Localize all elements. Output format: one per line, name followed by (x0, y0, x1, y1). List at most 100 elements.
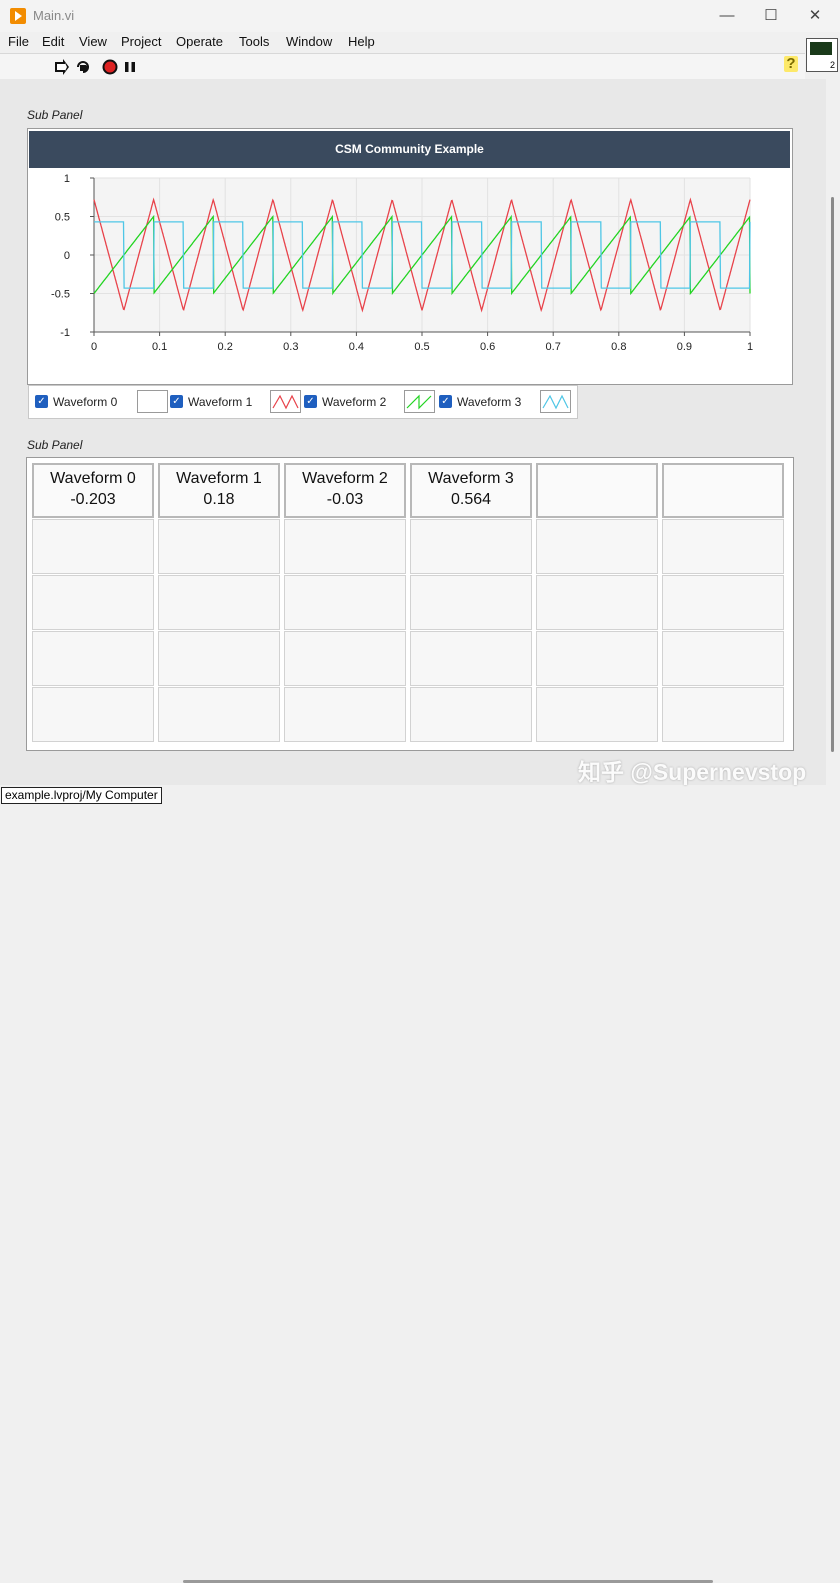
table-cell[interactable] (158, 575, 280, 630)
table-cell[interactable] (32, 575, 154, 630)
menu-tools[interactable]: Tools (239, 34, 269, 49)
x-tick-label: 1 (747, 341, 753, 353)
project-path[interactable]: example.lvproj/My Computer (1, 787, 162, 804)
legend-label: Waveform 1 (188, 395, 253, 409)
x-tick-label: 0.9 (677, 341, 692, 353)
x-tick-label: 0.2 (218, 341, 233, 353)
chart-plot[interactable]: 1 0.5 0 -0.5 -1 0 0.1 0.2 0.3 0.4 0.5 0.6 0.7 0.8 0.9… (28, 169, 788, 381)
vertical-scroll-thumb[interactable] (831, 197, 834, 752)
waveform-chart[interactable]: CSM Community Example 1 0.5 0 -0.5 -1 0 0.1 0.… (27, 128, 793, 385)
x-tick-label: 0.6 (480, 341, 495, 353)
column-title: Waveform 1 (176, 470, 262, 487)
menu-view[interactable]: View (79, 34, 107, 49)
table-cell[interactable] (536, 519, 658, 574)
menu-edit[interactable]: Edit (42, 34, 64, 49)
table-cell[interactable] (662, 519, 784, 574)
plot-legend: ✓ Waveform 0 ✓ Waveform 1 ✓ Waveform 2 ✓… (28, 385, 578, 419)
x-tick-label: 0.4 (349, 341, 364, 353)
toolbar (0, 53, 805, 80)
y-tick-label: 0 (64, 250, 70, 262)
column-title: Waveform 2 (302, 470, 388, 487)
vi-icon-screen (810, 42, 832, 55)
table-cell[interactable] (158, 631, 280, 686)
column-title: Waveform 3 (428, 470, 514, 487)
menu-help[interactable]: Help (348, 34, 375, 49)
y-tick-label: -0.5 (51, 289, 70, 301)
watermark: 知乎 @Supernevstop (578, 759, 807, 785)
pause-icon[interactable] (122, 59, 138, 75)
table-cell[interactable] (158, 687, 280, 742)
context-help-icon[interactable]: ? (784, 56, 798, 72)
table-header-cell[interactable] (536, 463, 658, 518)
x-tick-label: 0.3 (283, 341, 298, 353)
vertical-scrollbar[interactable] (826, 79, 840, 785)
table-cell[interactable] (32, 519, 154, 574)
x-axis: 0 0.1 0.2 0.3 0.4 0.5 0.6 0.7 0.8 0.9 1 (91, 331, 753, 353)
menu-bar: File Edit View Project Operate Tools Win… (0, 32, 840, 52)
legend-checkbox[interactable]: ✓ (304, 395, 317, 408)
legend-swatch-waveform-2[interactable] (404, 390, 435, 413)
chart-header: CSM Community Example (29, 131, 790, 168)
table-cell[interactable] (536, 631, 658, 686)
legend-checkbox[interactable]: ✓ (35, 395, 48, 408)
table-cell[interactable] (536, 687, 658, 742)
legend-checkbox[interactable]: ✓ (170, 395, 183, 408)
table-cell[interactable] (662, 687, 784, 742)
table-cell[interactable] (536, 575, 658, 630)
table-cell[interactable] (410, 575, 532, 630)
legend-label: Waveform 2 (322, 395, 387, 409)
legend-swatch-waveform-3[interactable] (540, 390, 571, 413)
legend-label: Waveform 3 (457, 395, 522, 409)
table-cell[interactable] (662, 631, 784, 686)
y-tick-label: -1 (60, 327, 70, 339)
minimize-button[interactable]: — (707, 4, 747, 28)
menu-window[interactable]: Window (286, 34, 332, 49)
maximize-button[interactable]: ☐ (751, 4, 791, 28)
y-tick-label: 0.5 (55, 212, 70, 224)
column-title: Waveform 0 (50, 470, 136, 487)
abort-icon[interactable] (102, 59, 118, 75)
x-tick-label: 0.8 (611, 341, 626, 353)
status-bar: example.lvproj/My Computer (0, 786, 840, 1583)
table-cell[interactable] (410, 631, 532, 686)
menu-operate[interactable]: Operate (176, 34, 223, 49)
table-cell[interactable] (662, 575, 784, 630)
menu-project[interactable]: Project (121, 34, 161, 49)
table-cell[interactable] (284, 519, 406, 574)
x-tick-label: 0 (91, 341, 97, 353)
table-cell[interactable] (410, 687, 532, 742)
column-value: 0.564 (450, 491, 492, 508)
run-arrow-icon[interactable] (54, 59, 70, 75)
legend-swatch-waveform-0[interactable] (137, 390, 168, 413)
y-axis: 1 0.5 0 -0.5 -1 (51, 173, 95, 339)
table-header-cell[interactable]: Waveform 1 0.18 (158, 463, 280, 518)
menu-file[interactable]: File (8, 34, 29, 49)
legend-label: Waveform 0 (53, 395, 118, 409)
title-bar: Main.vi — ☐ ✕ (0, 0, 840, 32)
vi-icon-number: 2 (829, 60, 835, 70)
column-value: 0.18 (203, 491, 235, 508)
table-subpanel-label: Sub Panel (27, 438, 83, 452)
legend-swatch-waveform-1[interactable] (270, 390, 301, 413)
waveform-value-table[interactable]: Waveform 0 -0.203 Waveform 1 0.18 Waveform 2… (26, 457, 794, 751)
table-header-cell[interactable]: Waveform 0 -0.203 (32, 463, 154, 518)
run-continuous-icon[interactable] (75, 59, 91, 75)
window-title: Main.vi (33, 8, 75, 23)
table-cell[interactable] (284, 631, 406, 686)
close-button[interactable]: ✕ (795, 4, 835, 28)
table-cell[interactable] (284, 575, 406, 630)
column-value: -0.203 (70, 491, 116, 508)
table-header-cell[interactable]: Waveform 2 -0.03 (284, 463, 406, 518)
labview-app-icon (10, 8, 26, 24)
table-header-cell[interactable] (662, 463, 784, 518)
table-cell[interactable] (158, 519, 280, 574)
table-header-cell[interactable]: Waveform 3 0.564 (410, 463, 532, 518)
legend-checkbox[interactable]: ✓ (439, 395, 452, 408)
x-tick-label: 0.5 (414, 341, 429, 353)
table-cell[interactable] (410, 519, 532, 574)
chart-subpanel-label: Sub Panel (27, 108, 83, 122)
table-cell[interactable] (284, 687, 406, 742)
vi-icon[interactable]: 2 (806, 38, 838, 72)
table-cell[interactable] (32, 687, 154, 742)
table-cell[interactable] (32, 631, 154, 686)
